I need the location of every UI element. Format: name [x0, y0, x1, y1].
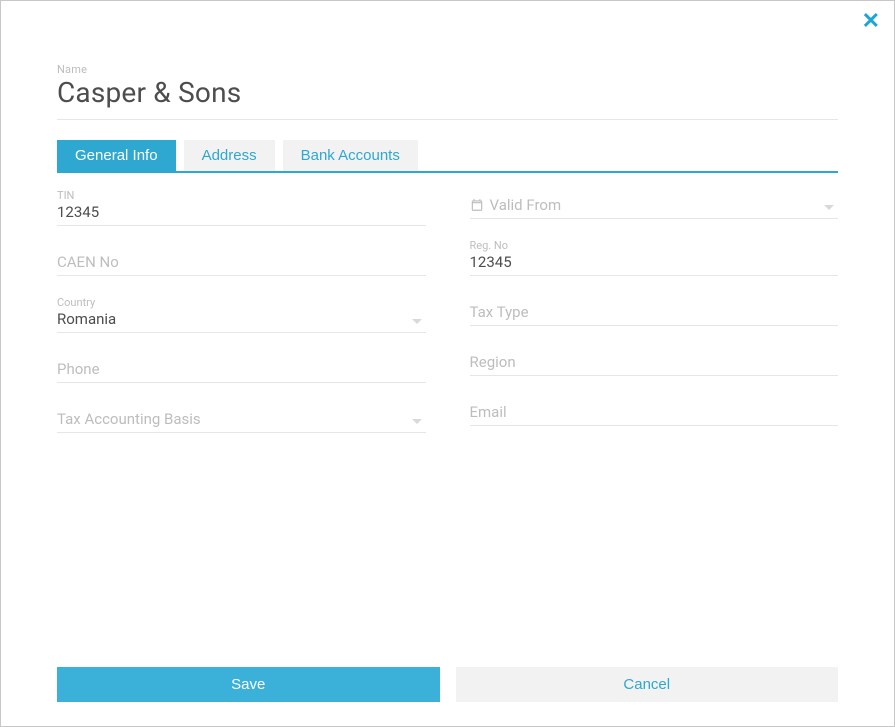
regno-label: Reg. No: [470, 239, 839, 252]
close-icon[interactable]: ✕: [862, 11, 880, 33]
name-label: Name: [57, 63, 838, 76]
calendar-icon: [470, 198, 484, 212]
region-placeholder: Region: [470, 353, 839, 371]
form-col-left: TIN 12345 CAEN No Country Romania Phone …: [57, 183, 426, 447]
tab-address[interactable]: Address: [184, 140, 275, 171]
tax-type-placeholder: Tax Type: [470, 303, 839, 321]
save-button[interactable]: Save: [57, 667, 440, 702]
tab-general-info[interactable]: General Info: [57, 140, 176, 171]
name-underline: [57, 119, 838, 120]
country-value: Romania: [57, 310, 426, 328]
tab-bank-accounts[interactable]: Bank Accounts: [283, 140, 418, 171]
name-field[interactable]: Name Casper & Sons: [57, 63, 838, 109]
chevron-down-icon: [824, 205, 834, 210]
tin-label: TIN: [57, 189, 426, 202]
phone-placeholder: Phone: [57, 360, 426, 378]
regno-field[interactable]: Reg. No 12345: [470, 233, 839, 276]
tax-basis-field[interactable]: Tax Accounting Basis: [57, 397, 426, 433]
tin-value: 12345: [57, 203, 426, 221]
phone-field[interactable]: Phone: [57, 347, 426, 383]
caen-field[interactable]: CAEN No: [57, 240, 426, 276]
tabs: General Info Address Bank Accounts: [57, 140, 838, 173]
region-field[interactable]: Region: [470, 340, 839, 376]
regno-value: 12345: [470, 253, 839, 271]
chevron-down-icon: [412, 419, 422, 424]
name-value: Casper & Sons: [57, 76, 241, 109]
tax-type-field[interactable]: Tax Type: [470, 290, 839, 326]
email-placeholder: Email: [470, 403, 839, 421]
tin-field[interactable]: TIN 12345: [57, 183, 426, 226]
footer-actions: Save Cancel: [57, 667, 838, 702]
country-label: Country: [57, 296, 426, 309]
caen-placeholder: CAEN No: [57, 253, 426, 271]
email-field[interactable]: Email: [470, 390, 839, 426]
company-modal: ✕ Name Casper & Sons General Info Addres…: [0, 0, 895, 727]
chevron-down-icon: [412, 319, 422, 324]
tax-basis-placeholder: Tax Accounting Basis: [57, 410, 426, 428]
valid-from-field[interactable]: Valid From: [470, 183, 839, 219]
form-col-right: Valid From Reg. No 12345 Tax Type Region…: [470, 183, 839, 447]
cancel-button[interactable]: Cancel: [456, 667, 839, 702]
valid-from-placeholder: Valid From: [490, 196, 562, 214]
modal-body: Name Casper & Sons General Info Address …: [1, 1, 894, 447]
form-grid: TIN 12345 CAEN No Country Romania Phone …: [57, 183, 838, 447]
country-field[interactable]: Country Romania: [57, 290, 426, 333]
